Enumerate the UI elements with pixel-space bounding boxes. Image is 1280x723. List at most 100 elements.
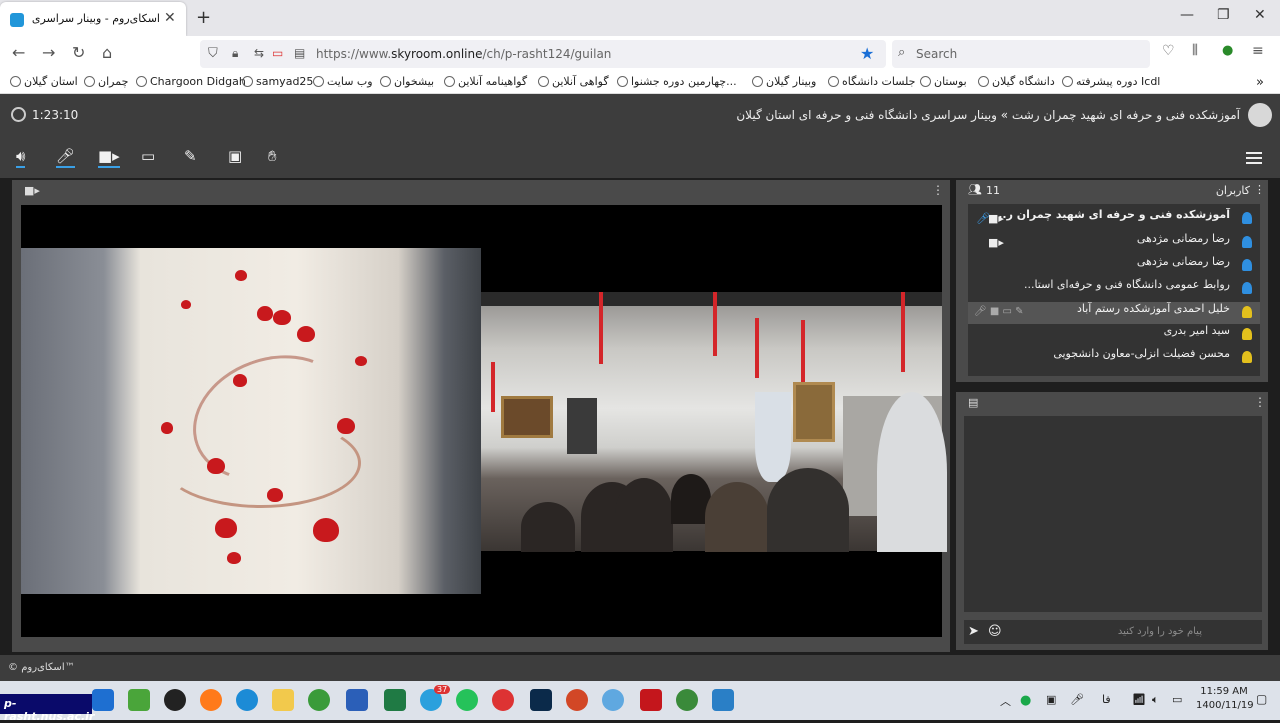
taskbar-date[interactable]: 1400/11/19 (1196, 700, 1254, 711)
tray-status-icon[interactable]: ● (1020, 693, 1031, 708)
shield-icon[interactable]: ⛉ (208, 46, 218, 61)
photoshop-icon[interactable] (530, 689, 552, 711)
bookmark-icon (136, 76, 147, 87)
bookmark-icon (978, 76, 989, 87)
bookmarks-overflow-icon[interactable]: » (1256, 75, 1264, 90)
bookmark-icon (10, 76, 21, 87)
user-row[interactable]: روابط عمومی دانشگاه فنی و حرفه‌ای استا..… (968, 278, 1260, 300)
wifi-icon[interactable]: 📶︎ (1132, 693, 1146, 706)
whatsapp-icon[interactable] (456, 689, 478, 711)
pocket-icon[interactable]: ♡ (1162, 43, 1175, 59)
speaker-icon[interactable]: 🔊︎ (16, 147, 26, 168)
url-text[interactable]: https://www.skyroom.online/ch/p-rasht124… (316, 47, 611, 61)
microphone-icon[interactable]: 🎤︎ (56, 147, 76, 168)
bookmark-item[interactable]: گواهی آنلاین (538, 75, 609, 88)
send-icon[interactable]: ➤ (968, 624, 979, 639)
bookmark-item[interactable]: samyad25 (242, 75, 313, 88)
more-options-icon[interactable]: ⋮ (1254, 183, 1265, 196)
photos-icon[interactable] (712, 689, 734, 711)
bookmarks-bar: استان گیلان چمران Chargoon Didgah samyad… (0, 72, 1280, 94)
bookmark-item[interactable]: بیشخوان (380, 75, 434, 88)
minimize-icon[interactable]: — (1180, 7, 1194, 23)
menu-icon[interactable]: ≡ (1252, 43, 1264, 59)
home-icon[interactable]: ⌂ (102, 43, 112, 62)
menu-icon[interactable] (1246, 152, 1262, 164)
bookmark-item[interactable]: وب سایت (313, 75, 373, 88)
chrome-icon[interactable] (308, 689, 330, 711)
user-row[interactable]: رضا رمضانی مژدهی (968, 255, 1260, 277)
forward-icon[interactable]: → (42, 43, 55, 62)
app-icon[interactable] (128, 689, 150, 711)
tray-app-icon[interactable]: ▣ (1046, 693, 1056, 706)
bookmark-item[interactable]: بوستان (920, 75, 967, 88)
new-tab-button[interactable]: + (196, 7, 211, 28)
app-icon[interactable] (602, 689, 624, 711)
bookmark-item[interactable]: جلسات دانشگاه (828, 75, 915, 88)
page-info-icon[interactable]: ▤ (294, 46, 305, 60)
close-window-icon[interactable]: ✕ (1254, 7, 1266, 23)
reload-icon[interactable]: ↻ (72, 43, 85, 62)
chat-input[interactable]: پیام خود را وارد کنید ➤ ☺ (964, 620, 1262, 644)
user-row[interactable]: محسن فضیلت انزلی-معاون دانشجویی (968, 347, 1260, 369)
app-icon[interactable] (164, 689, 186, 711)
battery-icon[interactable]: ▭ (1172, 693, 1182, 706)
camera-icon[interactable]: ■▸ (988, 236, 1004, 249)
powerpoint-icon[interactable] (566, 689, 588, 711)
video-stream[interactable] (21, 205, 947, 637)
avatar[interactable] (1248, 103, 1272, 127)
edge-icon[interactable] (236, 689, 258, 711)
tray-chevron-icon[interactable]: ︿ (1000, 693, 1011, 709)
file-explorer-icon[interactable] (272, 689, 294, 711)
acrobat-icon[interactable] (640, 689, 662, 711)
app-icon[interactable] (676, 689, 698, 711)
url-bar[interactable]: ⛉ 🔒︎ ⇆ ▭ ▤ https://www.skyroom.online/ch… (200, 40, 886, 68)
recorder-icon[interactable] (492, 689, 514, 711)
raise-hand-icon[interactable]: ✋︎ (268, 147, 277, 165)
firefox-icon[interactable] (200, 689, 222, 711)
bookmark-item[interactable]: استان گیلان (10, 75, 78, 88)
whiteboard-icon[interactable]: ✎ (184, 147, 197, 165)
camera-permission-icon[interactable]: ▭ (272, 46, 283, 60)
bookmark-item[interactable]: گواهینامه آنلاین (444, 75, 527, 88)
close-tab-icon[interactable]: ✕ (164, 10, 176, 26)
taskview-icon[interactable] (92, 689, 114, 711)
emoji-icon[interactable]: ☺ (988, 624, 1002, 639)
camera-icon[interactable]: ■▸ (988, 212, 1004, 225)
user-permissions-icons[interactable]: 🎤︎ ■ ▭ ✎ (974, 306, 1024, 317)
bookmark-item[interactable]: دوره پیشرفته Icdl (1062, 75, 1160, 88)
user-list: آموزشکده فنی و حرفه ای شهید چمران ر... 🎤… (968, 204, 1260, 376)
back-icon[interactable]: ← (12, 43, 25, 62)
bookmark-item[interactable]: دانشگاه گیلان (978, 75, 1055, 88)
user-row[interactable]: رضا رمضانی مژدهی ■▸ (968, 232, 1260, 254)
notifications-icon[interactable]: ▢ (1256, 692, 1267, 706)
restore-icon[interactable]: ❐ (1217, 7, 1230, 23)
word-icon[interactable] (346, 689, 368, 711)
more-options-icon[interactable]: ⋮ (932, 183, 944, 197)
chat-panel: ▤ ⋮ پیام خود را وارد کنید ➤ ☺ (956, 392, 1268, 650)
library-icon[interactable]: ⫼ (1192, 43, 1198, 58)
taskbar-time[interactable]: 11:59 AM (1200, 686, 1248, 697)
volume-icon[interactable]: 🔈︎ (1152, 693, 1159, 707)
navigation-bar: ← → ↻ ⌂ ⛉ 🔒︎ ⇆ ▭ ▤ https://www.skyroom.o… (0, 36, 1280, 72)
user-row-selected[interactable]: خلیل احمدی آموزشکده رستم آباد 🎤︎ ■ ▭ ✎ (968, 302, 1260, 324)
excel-icon[interactable] (384, 689, 406, 711)
more-options-icon[interactable]: ⋮ (1254, 395, 1266, 409)
user-row[interactable]: سید امیر بدری (968, 324, 1260, 346)
camera-icon[interactable]: ■▸ (98, 147, 120, 168)
bookmark-item[interactable]: چمران (84, 75, 128, 88)
input-language[interactable]: فا (1102, 693, 1111, 706)
lock-icon[interactable]: 🔒︎ (232, 46, 238, 61)
screen-share-icon[interactable]: ▭ (141, 147, 155, 165)
search-box[interactable]: ⌕ Search (892, 40, 1150, 68)
extension-icon[interactable]: ● (1222, 43, 1233, 58)
bookmark-item[interactable]: Chargoon Didgah (136, 75, 246, 88)
media-player-icon[interactable]: ▣ (228, 147, 242, 165)
tray-mic-icon[interactable]: 🎤︎ (1070, 693, 1084, 706)
bookmark-item[interactable]: وبینار گیلان (752, 75, 816, 88)
bookmark-star-icon[interactable]: ★ (860, 44, 874, 63)
user-row[interactable]: آموزشکده فنی و حرفه ای شهید چمران ر... 🎤… (968, 208, 1260, 230)
permissions-icon[interactable]: ⇆ (254, 46, 264, 60)
bookmark-item[interactable]: چهارمین دوره جشنوا... (617, 75, 737, 88)
users-panel: 👥︎ 11 کاربران ⋮ آموزشکده فنی و حرفه ای ش… (956, 180, 1268, 382)
browser-tab[interactable]: اسکای‌روم - وبینار سراسری دانشگاه ✕ (0, 2, 186, 36)
